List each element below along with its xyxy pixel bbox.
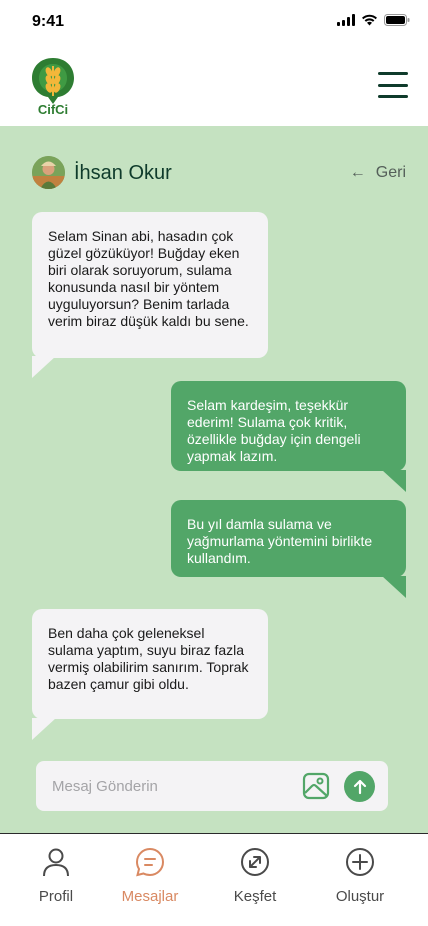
message-outgoing: Bu yıl damla sulama ve yağmurlama yöntem… xyxy=(171,500,406,577)
bubble-tail xyxy=(382,576,406,598)
send-button[interactable] xyxy=(344,771,375,802)
message-incoming: Ben daha çok geleneksel sulama yaptım, s… xyxy=(32,609,268,719)
message-incoming: Selam Sinan abi, hasadın çok güzel gözük… xyxy=(32,212,268,358)
nav-item-profil[interactable]: Profil xyxy=(11,846,101,905)
image-icon[interactable] xyxy=(302,772,330,800)
nav-label: Oluştur xyxy=(335,888,385,905)
chat-header: İhsan Okur ← Geri xyxy=(32,156,406,190)
message-input[interactable] xyxy=(52,775,292,797)
nav-label: Profil xyxy=(38,888,74,905)
hamburger-menu-button[interactable] xyxy=(376,68,410,102)
back-label: Geri xyxy=(375,164,406,181)
message-outgoing: Selam kardeşim, teşekkür ederim! Sulama … xyxy=(171,381,406,471)
app-logo[interactable]: CifCi xyxy=(28,56,78,116)
user-icon xyxy=(43,848,69,877)
status-time: 9:41 xyxy=(32,13,65,30)
signal-icon xyxy=(337,14,355,26)
status-icons xyxy=(337,14,410,26)
nav-item-kesfet[interactable]: Keşfet xyxy=(210,846,300,905)
chat-area: İhsan Okur ← Geri Selam Sinan abi, hasad… xyxy=(0,126,428,833)
bubble-tail xyxy=(382,470,406,492)
back-button[interactable]: ← Geri xyxy=(350,164,406,182)
nav-label: Keşfet xyxy=(233,888,277,905)
app-header: CifCi xyxy=(0,46,428,126)
message-composer xyxy=(36,761,388,811)
nav-item-olustur[interactable]: Oluştur xyxy=(315,846,405,905)
battery-icon xyxy=(384,14,410,26)
nav-label: Mesajlar xyxy=(121,888,179,905)
menu-line xyxy=(378,72,408,75)
contact-name: İhsan Okur xyxy=(74,162,172,184)
status-bar: 9:41 xyxy=(0,0,428,46)
explore-icon xyxy=(241,848,269,876)
menu-line xyxy=(378,95,408,98)
logo-text: CifCi xyxy=(38,102,68,116)
avatar-image xyxy=(32,156,65,189)
nav-item-mesajlar[interactable]: Mesajlar xyxy=(105,846,195,905)
bottom-nav: Profil Mesajlar Keşfet Oluştur xyxy=(0,833,428,926)
message-text: Selam Sinan abi, hasadın çok güzel gözük… xyxy=(48,228,249,329)
plus-circle-icon xyxy=(346,848,374,876)
message-text: Ben daha çok geleneksel sulama yaptım, s… xyxy=(48,625,249,692)
menu-line xyxy=(378,83,408,87)
message-text: Selam kardeşim, teşekkür ederim! Sulama … xyxy=(187,397,361,464)
message-text: Bu yıl damla sulama ve yağmurlama yöntem… xyxy=(187,516,373,566)
wifi-icon xyxy=(362,14,377,26)
arrow-up-icon xyxy=(353,779,366,794)
chat-icon xyxy=(135,847,165,877)
contact-avatar[interactable] xyxy=(32,156,65,189)
arrow-left-icon: ← xyxy=(349,164,366,181)
bubble-tail xyxy=(32,356,56,378)
bubble-tail xyxy=(32,718,56,740)
